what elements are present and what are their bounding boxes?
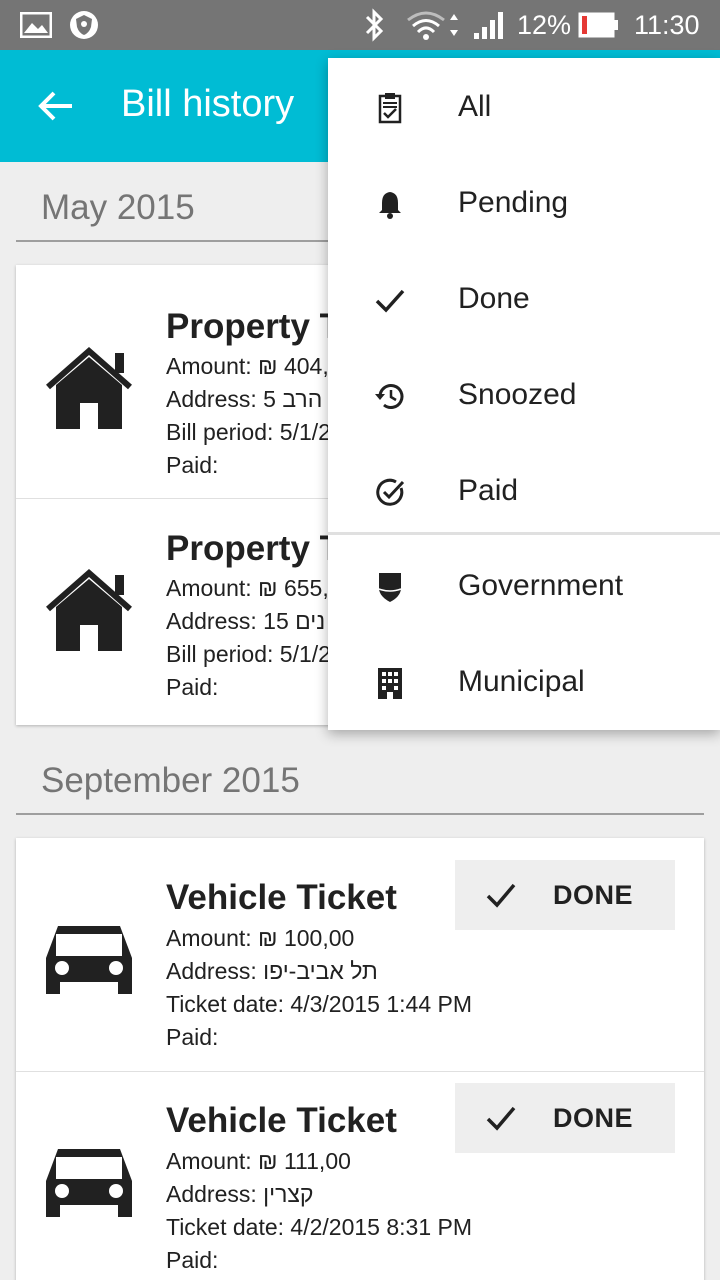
menu-item-snoozed[interactable]: Snoozed <box>328 348 720 444</box>
bill-address: Address: קצרין <box>166 1181 314 1207</box>
car-icon <box>42 918 136 1008</box>
shield-notification-icon <box>68 0 100 50</box>
menu-item-government[interactable]: Government <box>328 539 720 635</box>
bill-paid: Paid: <box>166 1024 219 1050</box>
wifi-icon <box>406 0 464 50</box>
check-icon <box>486 1106 516 1131</box>
menu-item-label: All <box>458 90 492 123</box>
shield-icon <box>374 571 406 603</box>
check-circle-icon <box>374 476 406 508</box>
done-button[interactable]: DONE <box>455 1083 675 1153</box>
bill-paid: Paid: <box>166 452 219 478</box>
bill-address: Address: 15 נים <box>166 608 326 634</box>
clock: 11:30 <box>634 9 700 40</box>
menu-item-municipal[interactable]: Municipal <box>328 635 720 731</box>
building-icon <box>374 667 406 699</box>
ticket-date: Ticket date: 4/3/2015 1:44 PM <box>166 991 472 1017</box>
bill-address: Address: תל אביב-יפו <box>166 958 378 984</box>
check-icon <box>486 883 516 908</box>
bill-amount: Amount: ₪ 655,00 <box>166 575 355 601</box>
menu-item-label: Paid <box>458 474 519 507</box>
bluetooth-icon <box>362 0 388 50</box>
page-title: Bill history <box>121 83 295 125</box>
status-bar: 12% 11:30 <box>0 0 720 50</box>
menu-item-pending[interactable]: Pending <box>328 156 720 252</box>
battery-percent: 12% <box>517 9 572 40</box>
menu-divider <box>328 532 720 535</box>
history-icon <box>374 380 406 412</box>
bill-address: Address: הרב 5 <box>166 386 323 412</box>
menu-item-label: Snoozed <box>458 378 577 411</box>
ticket-date: Ticket date: 4/2/2015 8:31 PM <box>166 1214 472 1240</box>
car-icon <box>42 1141 136 1231</box>
bell-icon <box>374 188 406 220</box>
bill-card-september: Vehicle Ticket Amount: ₪ 100,00 Address:… <box>16 838 704 1280</box>
bill-title: Vehicle Ticket <box>166 878 397 917</box>
bill-item[interactable]: Vehicle Ticket Amount: ₪ 111,00 Address:… <box>16 1071 704 1280</box>
clipboard-check-icon <box>374 92 406 124</box>
bill-amount: Amount: ₪ 100,00 <box>166 925 355 951</box>
gallery-notification-icon <box>20 0 52 50</box>
filter-menu: All Pending Done Snoozed Paid Government <box>328 58 720 730</box>
bill-paid: Paid: <box>166 674 219 700</box>
signal-icon <box>472 0 508 50</box>
menu-item-label: Municipal <box>458 665 585 698</box>
bill-amount: Amount: ₪ 404,00 <box>166 353 355 379</box>
bill-item[interactable]: Vehicle Ticket Amount: ₪ 100,00 Address:… <box>16 838 704 1071</box>
bill-amount: Amount: ₪ 111,00 <box>166 1148 351 1174</box>
menu-item-all[interactable]: All <box>328 60 720 156</box>
bill-paid: Paid: <box>166 1247 219 1273</box>
house-icon <box>42 347 136 437</box>
menu-item-label: Pending <box>458 186 569 219</box>
menu-item-label: Government <box>458 569 624 602</box>
menu-item-paid[interactable]: Paid <box>328 444 720 540</box>
house-icon <box>42 569 136 659</box>
check-icon <box>374 284 406 316</box>
menu-item-label: Done <box>458 282 530 315</box>
section-header-september: September 2015 <box>16 735 704 815</box>
back-arrow-icon[interactable] <box>36 86 76 126</box>
battery-icon <box>578 0 620 50</box>
bill-title: Vehicle Ticket <box>166 1101 397 1140</box>
menu-item-done[interactable]: Done <box>328 252 720 348</box>
done-button[interactable]: DONE <box>455 860 675 930</box>
